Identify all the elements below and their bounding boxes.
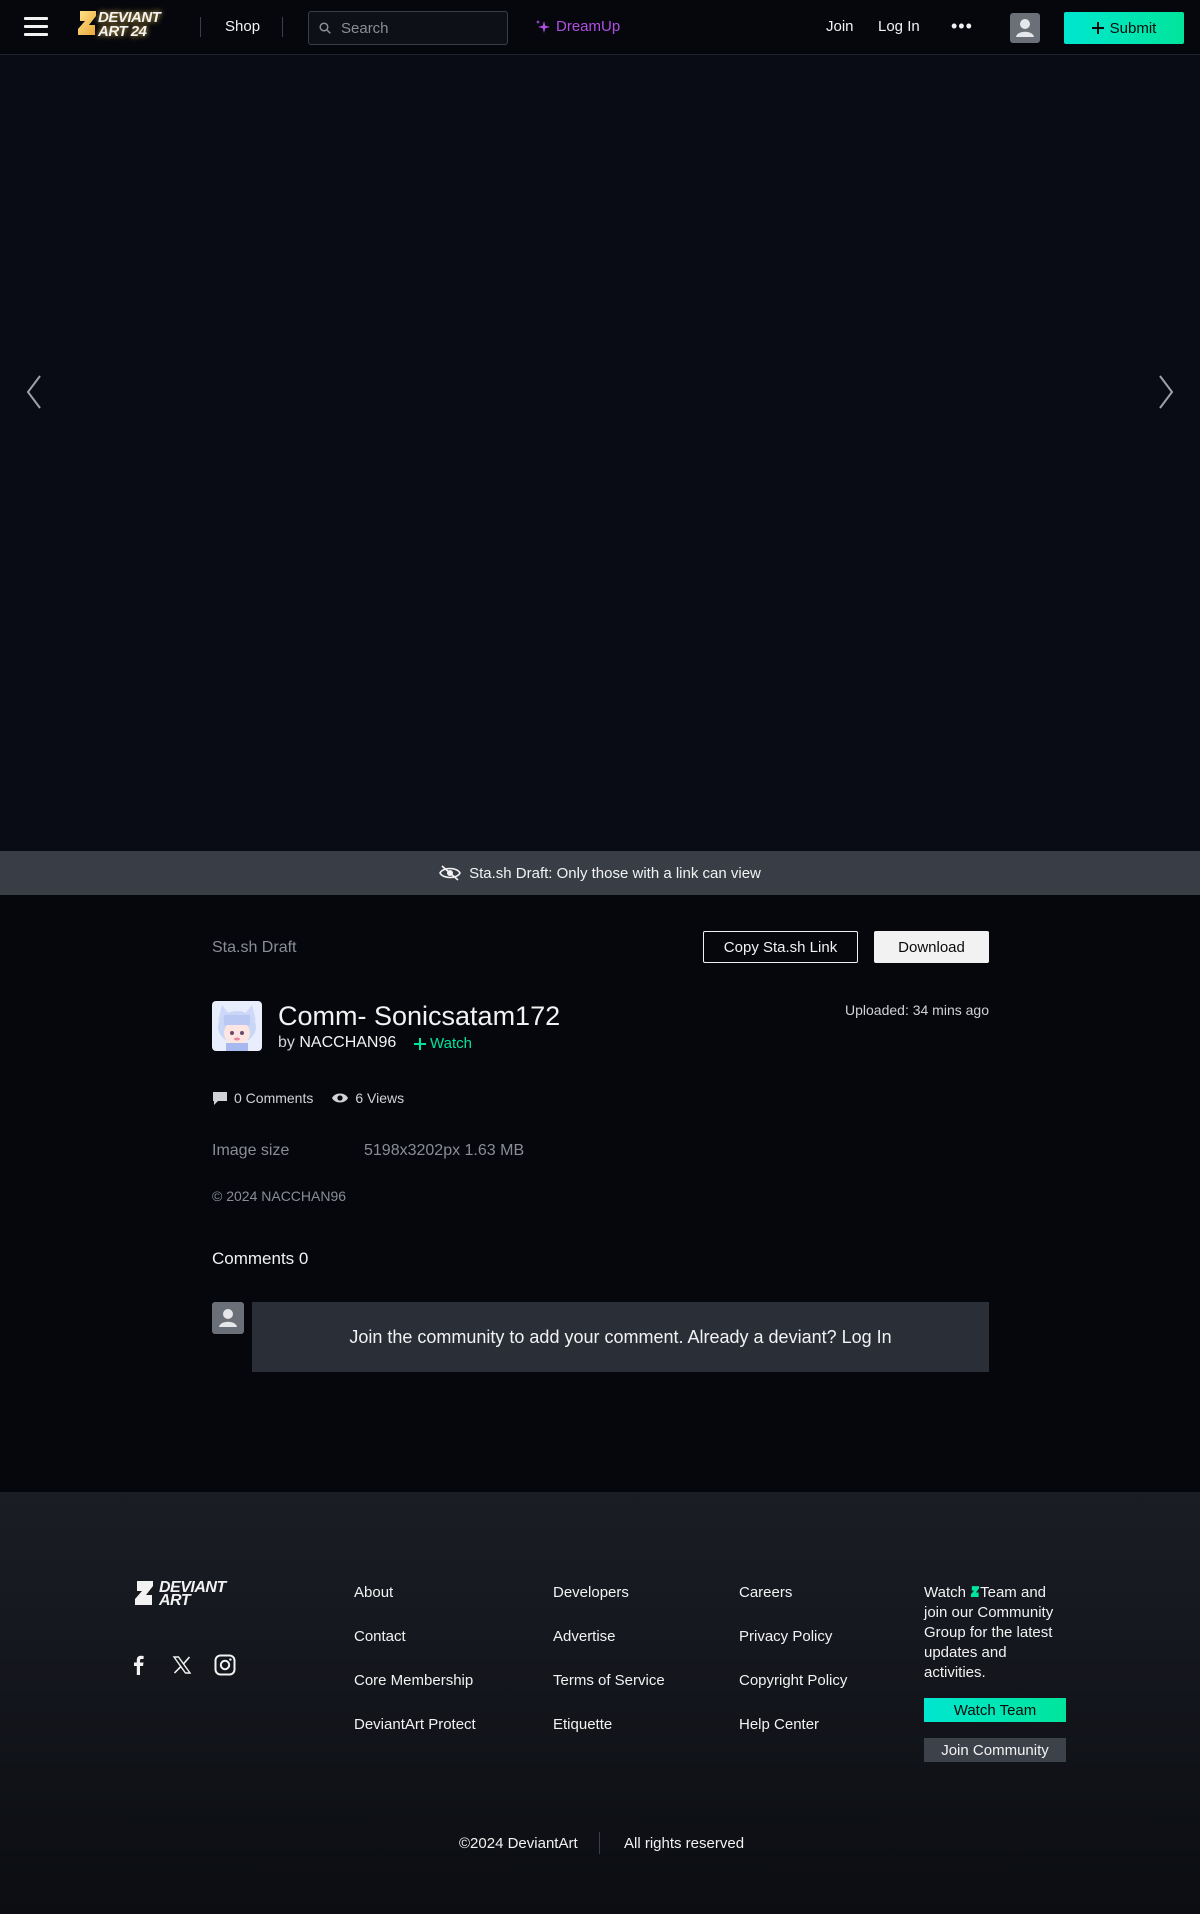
footer-link-etiquette[interactable]: Etiquette [553, 1716, 612, 1733]
join-community-button[interactable]: Join Community [924, 1738, 1066, 1762]
download-button[interactable]: Download [874, 931, 989, 963]
footer-link-copyright-policy[interactable]: Copyright Policy [739, 1672, 847, 1689]
footer-divider [599, 1832, 600, 1854]
eye-icon [332, 1093, 349, 1103]
x-twitter-icon[interactable] [171, 1654, 193, 1676]
author-avatar-image [212, 1001, 262, 1051]
watch-author-button[interactable]: Watch [414, 1035, 472, 1052]
footer-rights: All rights reserved [624, 1835, 745, 1852]
watch-team-blurb-start: Watch [924, 1584, 966, 1601]
previous-arrow-icon[interactable] [22, 372, 46, 412]
sparkle-icon [536, 19, 550, 33]
user-icon [219, 1309, 237, 1327]
uploaded-label: Uploaded: [845, 1002, 909, 1018]
nav-divider [200, 17, 201, 37]
views-count: 6 Views [355, 1090, 405, 1106]
login-link[interactable]: Log In [878, 18, 920, 35]
footer-link-help-center[interactable]: Help Center [739, 1716, 819, 1733]
plus-icon [414, 1037, 426, 1050]
footer-logo[interactable]: DEVIANT ART [133, 1580, 243, 1610]
user-avatar-button[interactable] [1010, 13, 1040, 43]
plus-icon [1091, 22, 1104, 34]
footer-link-privacy-policy[interactable]: Privacy Policy [739, 1628, 832, 1645]
menu-icon[interactable] [24, 17, 48, 37]
footer-link-deviantart-protect[interactable]: DeviantArt Protect [354, 1716, 476, 1733]
commenter-avatar [212, 1302, 244, 1334]
submit-button[interactable]: Submit [1064, 12, 1184, 44]
deviantart-logo[interactable]: DEVIANT ART 24 [76, 9, 186, 41]
watch-team-button[interactable]: Watch Team [924, 1698, 1066, 1722]
by-label: by [278, 1034, 295, 1051]
footer-link-developers[interactable]: Developers [553, 1584, 629, 1601]
artwork-viewer [0, 55, 1200, 851]
author-avatar[interactable] [212, 1001, 262, 1051]
search-input[interactable] [341, 18, 501, 38]
more-options-icon[interactable]: ••• [951, 16, 973, 37]
views-stat: 6 Views [331, 1090, 404, 1106]
artwork-title: Comm- Sonicsatam172 [278, 1001, 561, 1031]
nav-divider [282, 17, 283, 37]
image-size-value: 5198x3202px 1.63 MB [364, 1142, 525, 1159]
instagram-icon[interactable] [214, 1654, 236, 1676]
join-to-comment-prompt[interactable]: Join the community to add your comment. … [252, 1302, 989, 1372]
deviantart-mark-icon [78, 11, 96, 35]
facebook-icon[interactable] [128, 1654, 150, 1676]
next-arrow-icon[interactable] [1154, 372, 1178, 412]
comments-stat[interactable]: 0 Comments [212, 1090, 313, 1106]
footer-logo-wordmark: DEVIANT ART [159, 1580, 226, 1609]
upload-time: Uploaded: 34 mins ago [789, 1002, 989, 1018]
search-box[interactable] [308, 11, 508, 45]
byline: by NACCHAN96 [278, 1034, 396, 1052]
logo-line-2: ART 24 [98, 23, 147, 40]
stash-draft-banner: Sta.sh Draft: Only those with a link can… [0, 851, 1200, 895]
comment-icon [213, 1091, 227, 1105]
footer-link-core-membership[interactable]: Core Membership [354, 1672, 473, 1689]
comments-count: 0 [298, 1249, 309, 1268]
comments-title: Comments [212, 1249, 295, 1268]
top-navigation: DEVIANT ART 24 Shop DreamUp Join Log In … [0, 0, 1200, 55]
watch-label: Watch [430, 1035, 472, 1052]
footer-copyright: ©2024 DeviantArt [459, 1835, 578, 1852]
deviation-stats: 0 Comments 6 Views [212, 1090, 404, 1106]
artwork-copyright: © 2024 NACCHAN96 [212, 1188, 347, 1204]
eye-slash-icon [439, 865, 461, 881]
footer-link-careers[interactable]: Careers [739, 1584, 792, 1601]
copy-stash-link-button[interactable]: Copy Sta.sh Link [703, 931, 858, 963]
dreamup-link[interactable]: DreamUp [535, 18, 620, 35]
shop-link[interactable]: Shop [225, 18, 260, 35]
footer-link-contact[interactable]: Contact [354, 1628, 406, 1645]
footer-link-advertise[interactable]: Advertise [553, 1628, 616, 1645]
uploaded-time: 34 mins ago [912, 1002, 989, 1018]
deviantart-mark-icon [971, 1586, 980, 1597]
comments-heading: Comments 0 [212, 1249, 308, 1269]
dreamup-label: DreamUp [556, 18, 621, 35]
draft-label: Sta.sh Draft [212, 939, 297, 956]
footer-link-terms-of-service[interactable]: Terms of Service [553, 1672, 665, 1689]
footer-link-about[interactable]: About [354, 1584, 393, 1601]
join-link[interactable]: Join [826, 18, 854, 35]
deviantart-mark-icon [135, 1581, 153, 1605]
banner-text: Sta.sh Draft: Only those with a link can… [469, 864, 761, 882]
user-icon [1016, 19, 1034, 37]
image-size-label: Image size [212, 1142, 290, 1159]
search-icon [319, 22, 331, 34]
watch-team-blurb: Watch Team and join our Community Group … [924, 1583, 1069, 1683]
author-name-link[interactable]: NACCHAN96 [299, 1034, 396, 1051]
comments-count: 0 Comments [234, 1090, 314, 1106]
logo-wordmark: DEVIANT ART 24 [98, 10, 161, 40]
submit-label: Submit [1109, 19, 1157, 37]
